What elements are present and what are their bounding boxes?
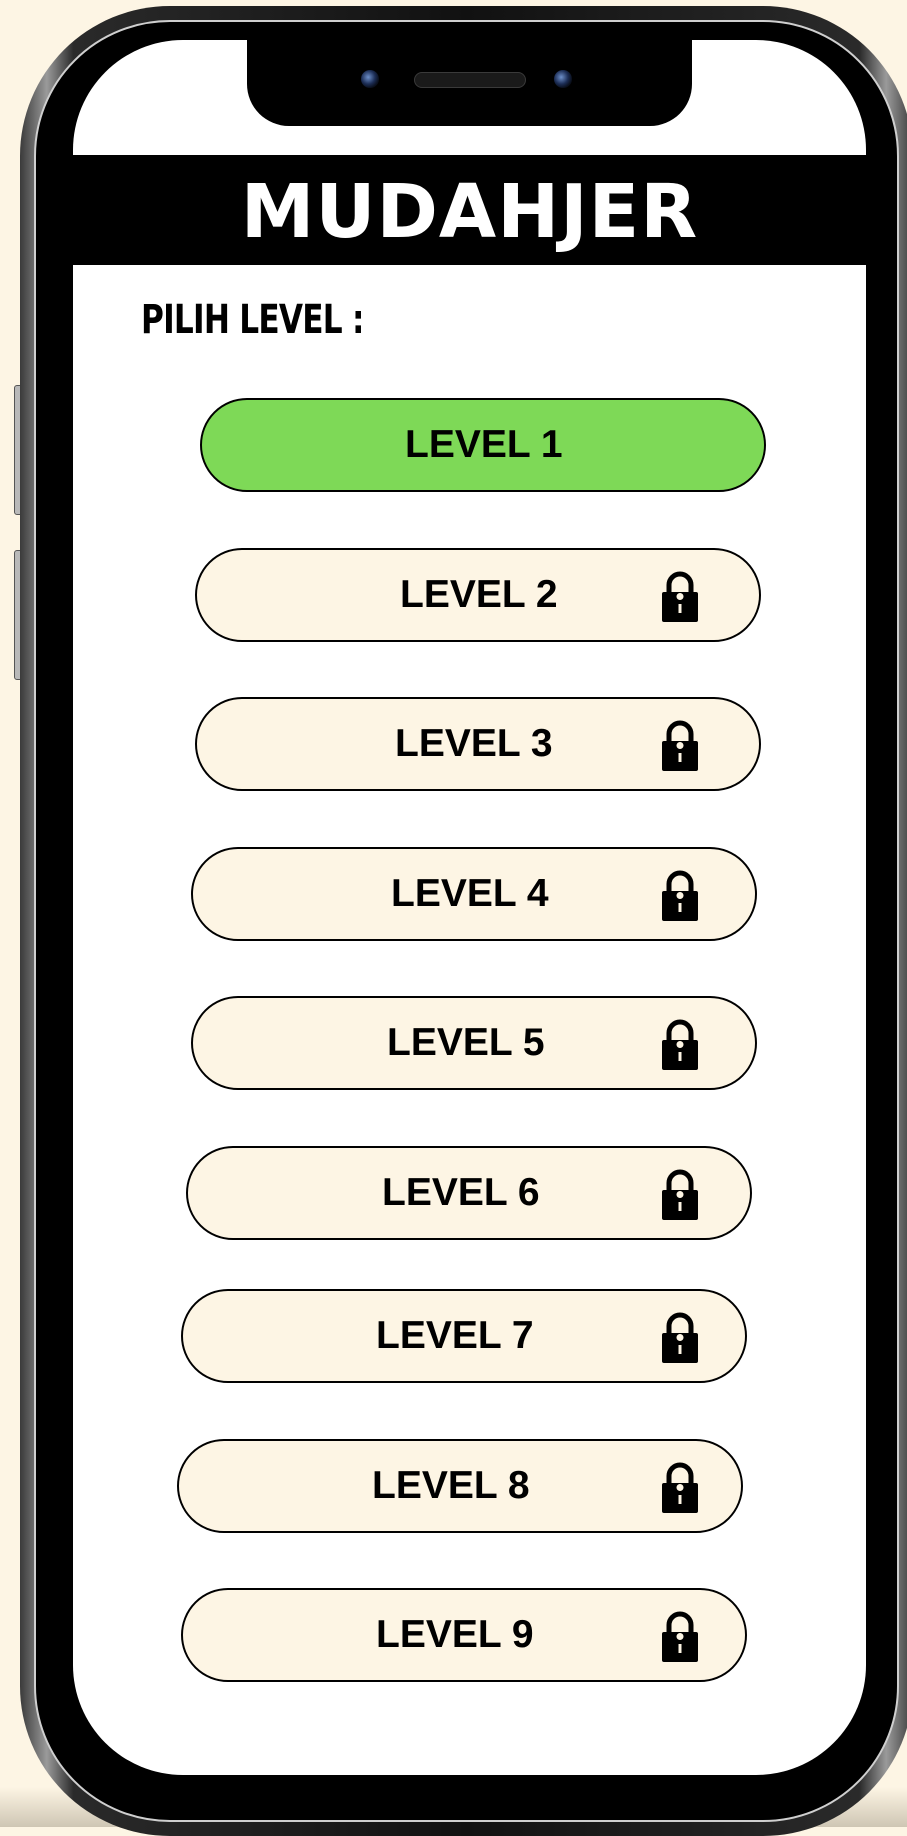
level-button-5[interactable]: LEVEL 5 bbox=[191, 996, 757, 1090]
level-label: LEVEL 3 bbox=[395, 722, 553, 765]
lock-icon bbox=[662, 720, 698, 771]
level-button-2[interactable]: LEVEL 2 bbox=[195, 548, 761, 642]
lock-icon bbox=[662, 1611, 698, 1662]
level-select-heading: PILIH LEVEL : bbox=[141, 297, 364, 343]
level-label: LEVEL 5 bbox=[387, 1021, 545, 1064]
level-button-1[interactable]: LEVEL 1 bbox=[200, 398, 766, 492]
lock-icon bbox=[662, 571, 698, 622]
level-label: LEVEL 9 bbox=[376, 1613, 534, 1656]
lock-icon bbox=[662, 1169, 698, 1220]
level-button-3[interactable]: LEVEL 3 bbox=[195, 697, 761, 791]
level-label: LEVEL 7 bbox=[376, 1314, 534, 1357]
sensor-icon bbox=[554, 70, 572, 88]
level-button-6[interactable]: LEVEL 6 bbox=[186, 1146, 752, 1240]
level-label: LEVEL 4 bbox=[391, 872, 549, 915]
level-button-9[interactable]: LEVEL 9 bbox=[181, 1588, 747, 1682]
lock-icon bbox=[662, 1312, 698, 1363]
level-label: LEVEL 6 bbox=[382, 1171, 540, 1214]
level-label: LEVEL 8 bbox=[372, 1464, 530, 1507]
lock-icon bbox=[662, 1462, 698, 1513]
lock-icon bbox=[662, 870, 698, 921]
level-button-4[interactable]: LEVEL 4 bbox=[191, 847, 757, 941]
level-label: LEVEL 1 bbox=[405, 423, 563, 466]
earpiece-speaker bbox=[414, 72, 526, 88]
title-bar: MUDAHJER bbox=[73, 155, 866, 265]
level-button-7[interactable]: LEVEL 7 bbox=[181, 1289, 747, 1383]
phone-notch bbox=[247, 34, 692, 126]
lock-icon bbox=[662, 1019, 698, 1070]
phone-screen: MUDAHJER PILIH LEVEL : LEVEL 1 LEVEL 2 LEV… bbox=[73, 40, 866, 1775]
app-title: MUDAHJER bbox=[240, 169, 699, 255]
level-button-8[interactable]: LEVEL 8 bbox=[177, 1439, 743, 1533]
front-camera-icon bbox=[361, 70, 379, 88]
level-label: LEVEL 2 bbox=[400, 573, 558, 616]
